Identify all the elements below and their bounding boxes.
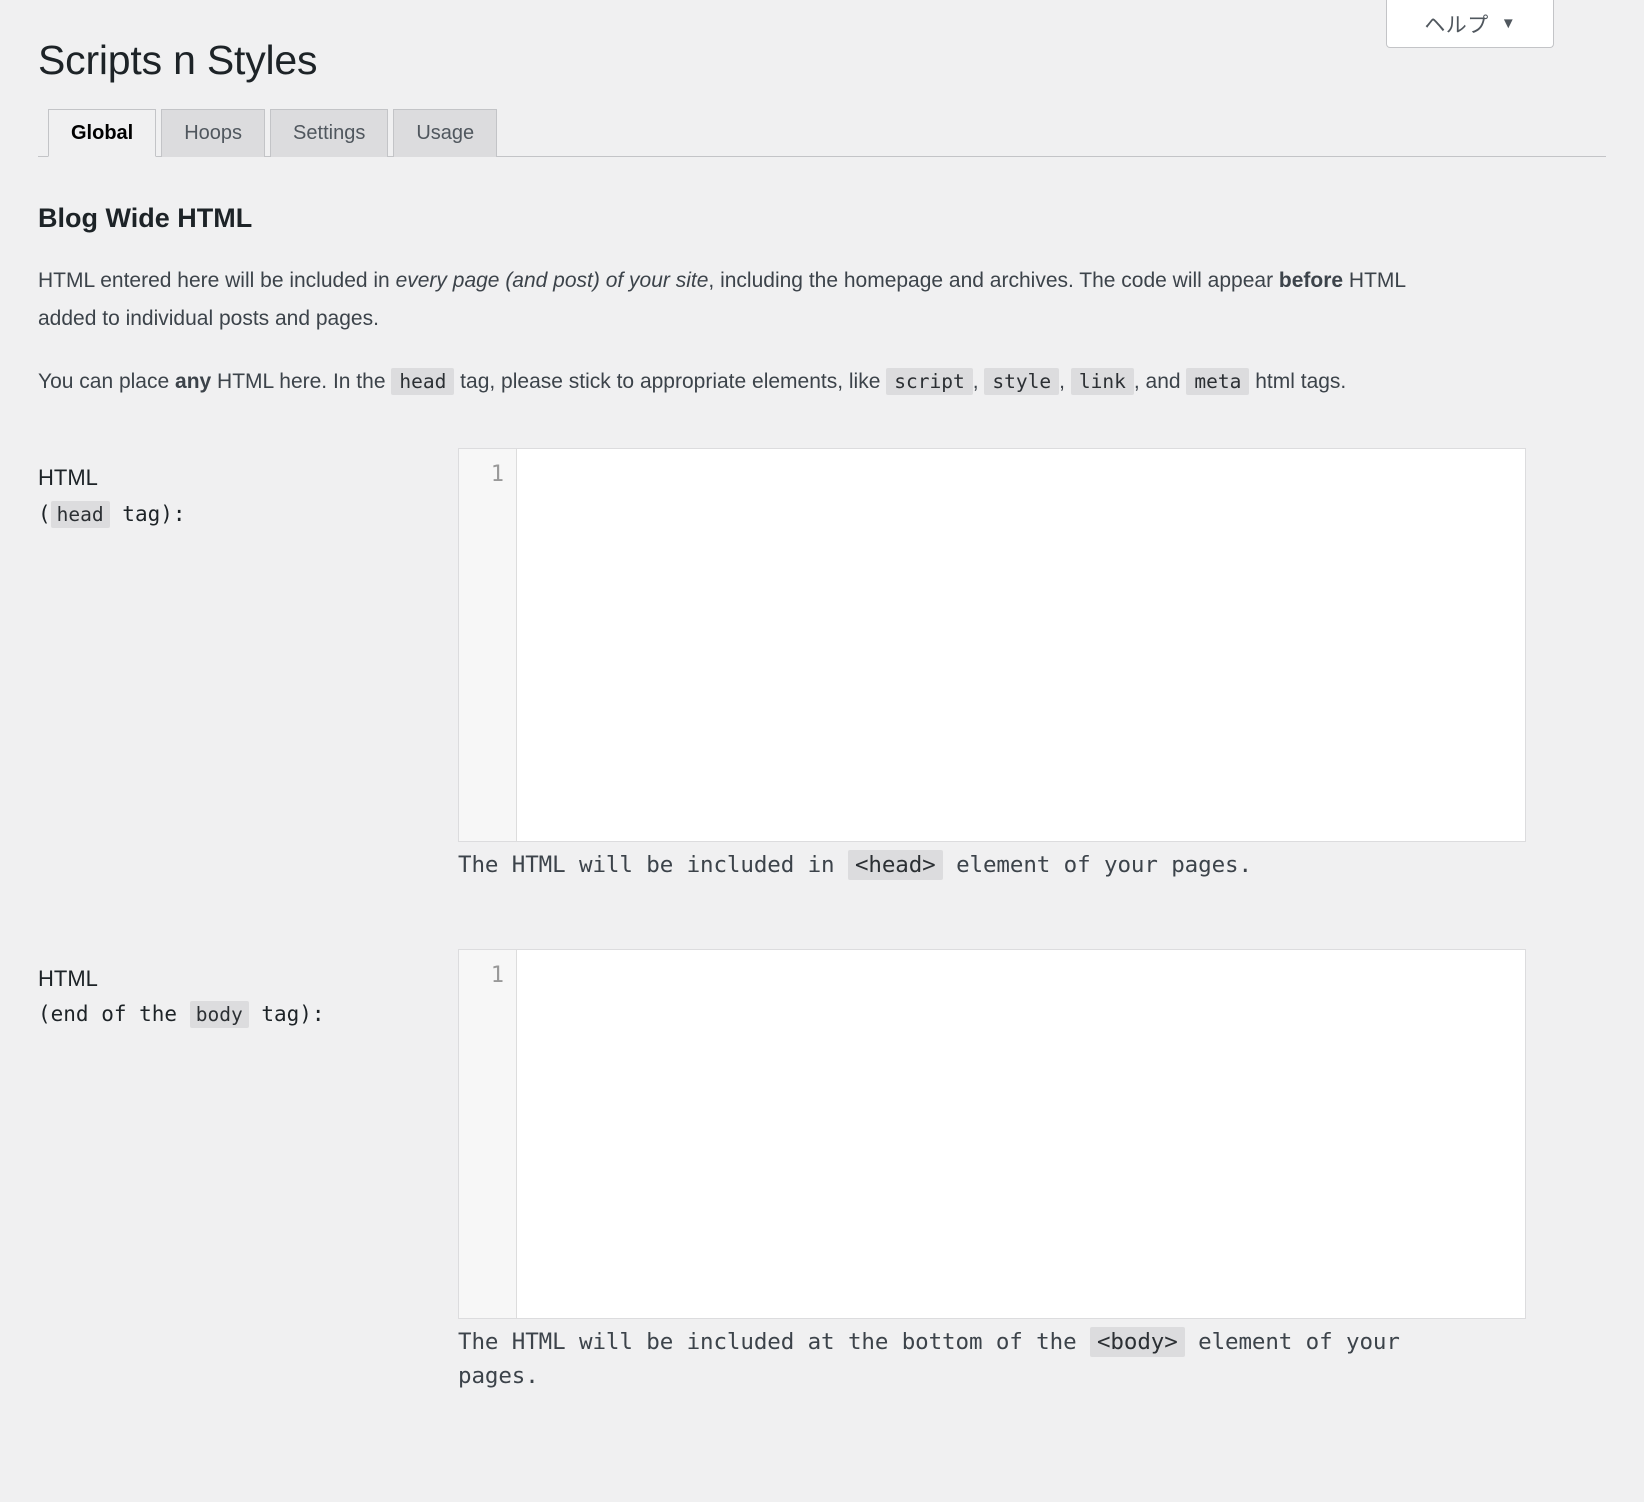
label-body-line2: (end of the body tag): bbox=[38, 997, 458, 1032]
help-toggle-button[interactable]: ヘルプ ▼ bbox=[1386, 0, 1554, 48]
desc-head-text-1: The HTML will be included in bbox=[458, 852, 848, 879]
intro2-text-4: , bbox=[972, 370, 985, 394]
code-meta: meta bbox=[1186, 368, 1250, 396]
code-link: link bbox=[1070, 368, 1134, 396]
line-number: 1 bbox=[490, 962, 504, 988]
label-body-html: HTML (end of the body tag): bbox=[38, 949, 458, 1032]
label-head-line2: (head tag): bbox=[38, 497, 458, 532]
field-head-html: 1 The HTML will be included in <head> el… bbox=[458, 448, 1606, 882]
intro1-text-2: , including the homepage and archives. T… bbox=[708, 269, 1279, 293]
tab-settings[interactable]: Settings bbox=[270, 109, 389, 158]
editor-gutter-head: 1 bbox=[459, 449, 517, 842]
field-body-html: 1 The HTML will be included at the botto… bbox=[458, 948, 1606, 1393]
help-label: ヘルプ bbox=[1424, 13, 1489, 37]
intro1-strong: before bbox=[1278, 269, 1344, 293]
intro2-strong: any bbox=[175, 370, 212, 394]
label-head-line1: HTML bbox=[38, 465, 98, 491]
desc-head-text-2: element of your pages. bbox=[942, 852, 1252, 879]
desc-body-text-1: The HTML will be included at the bottom … bbox=[458, 1328, 1090, 1355]
intro2-text-7: html tags. bbox=[1249, 370, 1347, 394]
desc-body-code: <body> bbox=[1089, 1326, 1185, 1357]
code-head: head bbox=[391, 368, 455, 396]
code-style: style bbox=[984, 368, 1060, 396]
intro2-text-1: You can place bbox=[38, 370, 176, 394]
field-desc-body: The HTML will be included at the bottom … bbox=[458, 1325, 1468, 1393]
section-title: Blog Wide HTML bbox=[38, 203, 253, 234]
code-editor-body[interactable]: 1 bbox=[458, 948, 1526, 1319]
editor-gutter-body: 1 bbox=[459, 949, 517, 1318]
code-editor-head[interactable]: 1 bbox=[458, 448, 1526, 843]
intro2-text-3: tag, please stick to appropriate element… bbox=[454, 370, 887, 394]
form-row-head-html: HTML (head tag): 1 The HTML will be incl… bbox=[38, 448, 1606, 882]
label-body-line1: HTML bbox=[38, 965, 98, 991]
code-input-body[interactable] bbox=[517, 949, 1525, 1318]
page-title: Scripts n Styles bbox=[38, 37, 318, 83]
intro2-text-6: , and bbox=[1133, 370, 1187, 394]
label-head-prefix: ( bbox=[38, 501, 51, 526]
intro1-text-1: HTML entered here will be included in bbox=[38, 269, 396, 293]
line-number: 1 bbox=[490, 462, 504, 488]
tab-bar: Global Hoops Settings Usage bbox=[38, 107, 1606, 158]
label-body-prefix: (end of the bbox=[38, 1002, 190, 1027]
label-head-html: HTML (head tag): bbox=[38, 448, 458, 531]
desc-head-code: <head> bbox=[847, 850, 943, 881]
form-row-body-html: HTML (end of the body tag): 1 The HTML w… bbox=[38, 948, 1606, 1393]
intro2-text-2: HTML here. In the bbox=[211, 370, 392, 394]
label-head-code: head bbox=[50, 500, 110, 528]
page-wrap: Scripts n Styles Global Hoops Settings U… bbox=[0, 0, 1644, 1393]
label-body-suffix: tag): bbox=[248, 1002, 325, 1027]
tab-usage[interactable]: Usage bbox=[393, 109, 498, 158]
tab-hoops[interactable]: Hoops bbox=[161, 109, 266, 158]
code-script: script bbox=[886, 368, 973, 396]
intro-paragraph-1: HTML entered here will be included in ev… bbox=[38, 262, 1428, 337]
field-desc-head: The HTML will be included in <head> elem… bbox=[458, 848, 1468, 882]
code-input-head[interactable] bbox=[517, 449, 1525, 842]
intro1-emphasis: every page (and post) of your site bbox=[395, 269, 709, 293]
tab-global[interactable]: Global bbox=[48, 109, 157, 158]
intro2-text-5: , bbox=[1059, 370, 1071, 394]
chevron-down-icon: ▼ bbox=[1500, 15, 1516, 32]
intro-paragraph-2: You can place any HTML here. In the head… bbox=[38, 363, 1428, 400]
label-head-suffix: tag): bbox=[109, 501, 186, 526]
label-body-code: body bbox=[189, 1001, 249, 1029]
